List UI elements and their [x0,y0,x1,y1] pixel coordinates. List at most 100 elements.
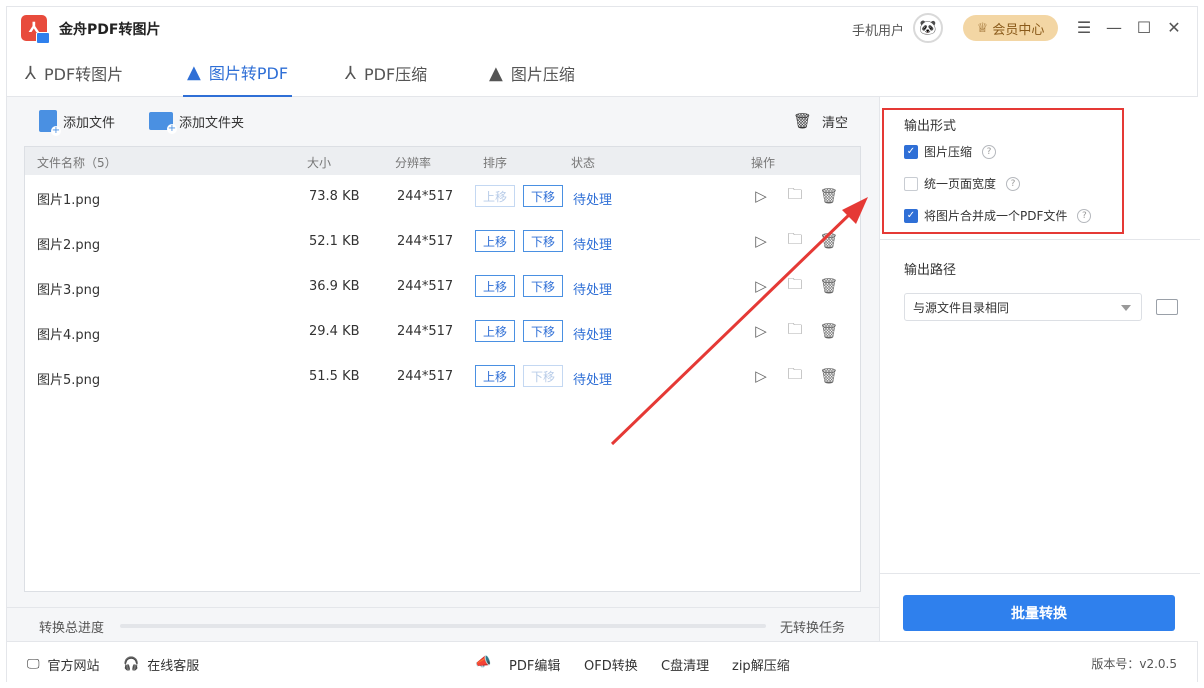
move-up-button[interactable]: 上移 [475,320,515,342]
open-folder-icon[interactable]: 🗀 [785,185,805,207]
zip-extract-link[interactable]: zip解压缩 [732,655,790,674]
progress-label: 转换总进度 [39,621,105,636]
version-label: 版本号：v2.0.5 [1091,657,1177,671]
file-size: 52.1 KB [309,234,360,249]
file-name: 图片1.png [37,193,101,208]
file-size: 36.9 KB [309,279,360,294]
tab-image-compress[interactable]: ▲ 图片压缩 [489,49,575,97]
user-name[interactable]: 手机用户 [852,20,904,39]
option-uniform-width[interactable]: 统一页面宽度 ? [904,175,1021,192]
table-row[interactable]: 图片5.png 51.5 KB 244*517 上移 下移 待处理 ▷ 🗀 🗑 [25,355,860,400]
status-badge: 待处理 [573,283,613,298]
official-website-link[interactable]: 🖵 官方网站 [27,655,100,674]
add-folder-button[interactable]: 添加文件夹 [149,109,245,134]
footer: 🖵 官方网站 🎧 在线客服 📣 PDF编辑 OFD转换 C盘清理 zip解压缩 … [7,641,1197,683]
help-icon[interactable]: ? [1006,176,1021,191]
table-row[interactable]: 图片2.png 52.1 KB 244*517 上移 下移 待处理 ▷ 🗀 🗑 [25,220,860,265]
move-up-button[interactable]: 上移 [475,275,515,297]
status-badge: 待处理 [573,373,613,388]
move-down-button[interactable]: 下移 [523,365,563,387]
add-folder-label: 添加文件夹 [179,115,245,131]
table-row[interactable]: 图片4.png 29.4 KB 244*517 上移 下移 待处理 ▷ 🗀 🗑 [25,310,860,355]
delete-icon[interactable]: 🗑 [819,365,839,387]
batch-convert-button[interactable]: 批量转换 [903,595,1175,631]
online-support-link[interactable]: 🎧 在线客服 [123,655,199,674]
play-icon[interactable]: ▷ [751,230,771,252]
help-icon[interactable]: ? [982,144,997,159]
delete-icon[interactable]: 🗑 [819,230,839,252]
c-drive-clean-link[interactable]: C盘清理 [661,655,709,674]
add-file-button[interactable]: 添加文件 [39,109,116,136]
open-folder-icon[interactable]: 🗀 [785,320,805,342]
option-merge-pdf[interactable]: ✓ 将图片合并成一个PDF文件 ? [904,207,1092,224]
close-icon[interactable]: ✕ [1164,17,1184,37]
vip-center-label: 会员中心 [992,22,1045,38]
clear-button[interactable]: 🗑 清空 [793,109,848,133]
output-path-value: 与源文件目录相同 [913,300,1010,315]
minimize-icon[interactable]: — [1104,17,1124,37]
table-body: 图片1.png 73.8 KB 244*517 上移 下移 待处理 ▷ 🗀 🗑 … [25,175,860,400]
ofd-convert-link[interactable]: OFD转换 [584,655,638,674]
move-up-button[interactable]: 上移 [475,230,515,252]
headset-icon: 🎧 [123,657,140,672]
header-name: 文件名称（5） [37,156,117,170]
table-header: 文件名称（5） 大小 分辨率 排序 状态 操作 [25,147,860,175]
option-label: 将图片合并成一个PDF文件 [924,209,1068,223]
avatar[interactable]: 🐼 [913,13,943,43]
open-folder-icon[interactable]: 🗀 [785,365,805,387]
pdf-compress-icon: ⅄ [345,62,356,84]
add-file-label: 添加文件 [63,115,116,131]
tab-image-to-pdf[interactable]: ▲ 图片转PDF [183,49,293,97]
file-resolution: 244*517 [397,324,454,339]
image-compress-icon: ▲ [489,62,503,84]
option-image-compress[interactable]: ✓ 图片压缩 ? [904,143,997,160]
open-folder-icon[interactable]: 🗀 [785,275,805,297]
add-file-icon [39,110,61,136]
table-row[interactable]: 图片1.png 73.8 KB 244*517 上移 下移 待处理 ▷ 🗀 🗑 [25,175,860,220]
settings-panel: 输出形式 ✓ 图片压缩 ? 统一页面宽度 ? ✓ 将图片合并成一个PDF文件 ?… [879,97,1200,641]
move-down-button[interactable]: 下移 [523,230,563,252]
table-row[interactable]: 图片3.png 36.9 KB 244*517 上移 下移 待处理 ▷ 🗀 🗑 [25,265,860,310]
checkbox-image-compress[interactable]: ✓ [904,144,918,159]
file-name: 图片3.png [37,283,101,298]
clear-label: 清空 [822,115,849,131]
delete-icon[interactable]: 🗑 [819,320,839,342]
move-up-button[interactable]: 上移 [475,365,515,387]
play-icon[interactable]: ▷ [751,275,771,297]
app-logo-icon: ⅄ [21,15,50,44]
open-folder-icon[interactable]: 🗀 [785,230,805,252]
menu-icon[interactable]: ☰ [1074,17,1094,37]
file-table: 文件名称（5） 大小 分辨率 排序 状态 操作 图片1.png 73.8 KB … [24,146,861,592]
delete-icon[interactable]: 🗑 [819,185,839,207]
browse-folder-icon[interactable] [1156,299,1178,315]
support-label: 在线客服 [147,659,200,674]
add-folder-icon [149,112,177,134]
move-down-button[interactable]: 下移 [523,275,563,297]
help-icon[interactable]: ? [1077,208,1092,223]
vip-center-button[interactable]: ♕ 会员中心 [963,15,1058,41]
pdf-edit-link[interactable]: PDF编辑 [509,655,560,674]
play-icon[interactable]: ▷ [751,320,771,342]
tab-pdf-to-image[interactable]: ⅄ PDF转图片 [25,49,123,97]
play-icon[interactable]: ▷ [751,365,771,387]
move-down-button[interactable]: 下移 [523,320,563,342]
delete-icon[interactable]: 🗑 [819,275,839,297]
monitor-icon: 🖵 [27,657,40,672]
pdf-convert-icon: ⅄ [25,62,36,84]
option-label: 图片压缩 [924,145,973,159]
maximize-icon[interactable]: ☐ [1134,17,1154,37]
play-icon[interactable]: ▷ [751,185,771,207]
crown-icon: ♕ [976,20,989,36]
move-down-button[interactable]: 下移 [523,185,563,207]
output-path-select[interactable]: 与源文件目录相同 [904,293,1142,321]
move-up-button[interactable]: 上移 [475,185,515,207]
tab-pdf-compress[interactable]: ⅄ PDF压缩 [345,49,427,97]
file-name: 图片5.png [37,373,101,388]
divider [880,239,1200,240]
checkbox-uniform-width[interactable] [904,176,918,191]
header-size: 大小 [307,156,332,170]
progress-bar [120,624,766,628]
status-badge: 待处理 [573,193,613,208]
file-size: 51.5 KB [309,369,360,384]
checkbox-merge-pdf[interactable]: ✓ [904,208,918,223]
